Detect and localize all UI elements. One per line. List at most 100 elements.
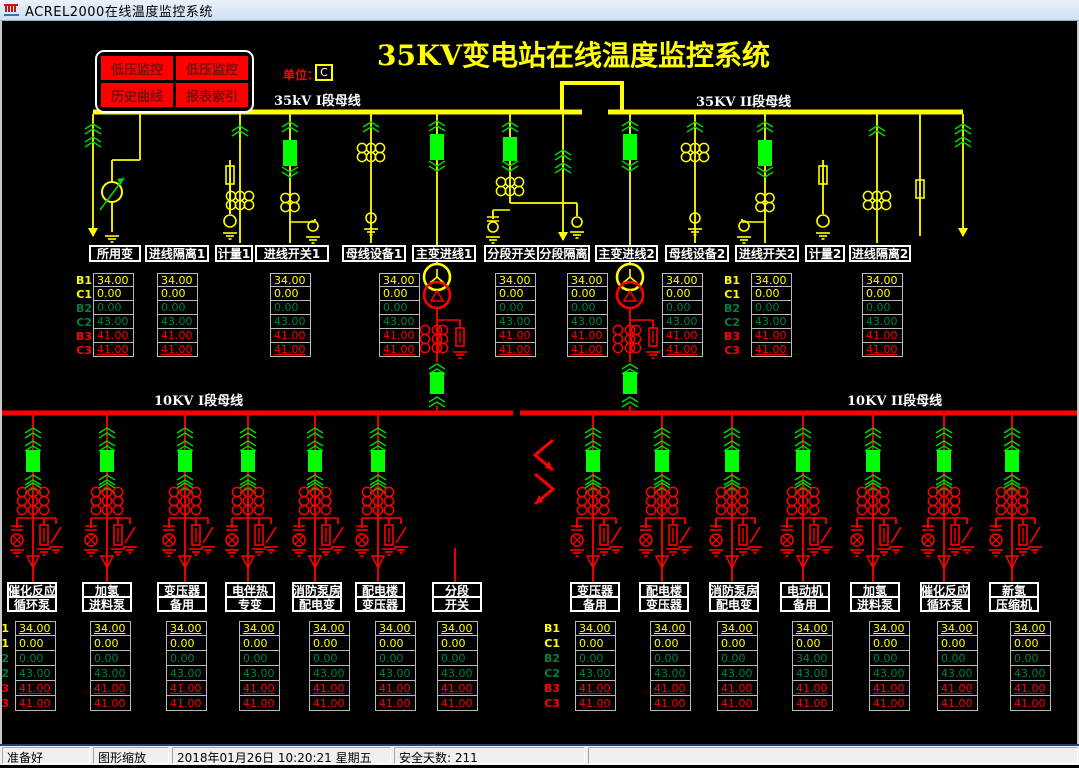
breaker-icon[interactable]: [100, 450, 114, 472]
ct-coil-icon: [168, 504, 180, 516]
breaker-icon[interactable]: [586, 450, 600, 472]
breaker-icon[interactable]: [623, 134, 637, 160]
temp-value-cell: 34.00: [662, 273, 703, 287]
temp-value-cell: 0.00: [869, 651, 910, 666]
lower-bay-label-4[interactable]: 消防泵房 配电变: [292, 582, 342, 612]
unit-value-box[interactable]: C: [315, 64, 333, 81]
bay-label-1[interactable]: 进线隔离1: [145, 245, 209, 262]
breaker-icon[interactable]: [623, 372, 637, 394]
temp-value-cell: 0.00: [662, 301, 703, 315]
breaker-icon[interactable]: [283, 140, 297, 166]
temp-value-cell: 41.00: [862, 343, 903, 357]
breaker-icon[interactable]: [241, 450, 255, 472]
temp-table: 34.00 0.00 34.00 43.00 41.00 41.00: [792, 621, 833, 711]
ct-coil-icon: [168, 495, 180, 507]
phase-row-label: C3: [724, 343, 740, 357]
lower-bay-label-13[interactable]: 新氢 压缩机: [989, 582, 1039, 612]
ct-coil-icon: [437, 342, 449, 354]
bus-label-10kv-1: 10KV I段母线: [154, 394, 244, 409]
bay-label-12[interactable]: 进线隔离2: [849, 245, 911, 262]
temp-value-cell: 41.00: [309, 696, 350, 711]
phase-row-label: C1: [724, 287, 740, 301]
temp-table: 34.00 0.00 0.00 43.00 41.00 41.00: [751, 273, 792, 357]
temp-value-cell: 0.00: [937, 651, 978, 666]
bus-label-10kv-2: 10KV II段母线: [847, 394, 943, 409]
breaker-icon[interactable]: [503, 137, 517, 161]
breaker-icon[interactable]: [1005, 450, 1019, 472]
lower-bay-label-line: 备用: [570, 596, 620, 612]
lower-bay-label-0[interactable]: 催化反应 循环泵: [7, 582, 57, 612]
ct-coil-icon: [737, 504, 749, 516]
lower-bay-label-7[interactable]: 变压器 备用: [570, 582, 620, 612]
ct-coil-icon: [495, 176, 507, 188]
temp-value-cell: 43.00: [15, 666, 56, 681]
breaker-icon[interactable]: [725, 450, 739, 472]
breaker-icon[interactable]: [430, 372, 444, 394]
lower-bay-label-9[interactable]: 消防泵房 配电变: [709, 582, 759, 612]
lower-bay-label-10[interactable]: 电动机 备用: [780, 582, 830, 612]
lower-bay-label-8[interactable]: 配电楼 变压器: [639, 582, 689, 612]
lower-bay-label-3[interactable]: 电伴热 专变: [225, 582, 275, 612]
temp-value-cell: 41.00: [869, 696, 910, 711]
temp-value-cell: 41.00: [379, 343, 420, 357]
ct-coil-icon: [667, 504, 679, 516]
lower-bay-label-5[interactable]: 配电楼 变压器: [355, 582, 405, 612]
lower-bay-label-line: 配电变: [709, 596, 759, 612]
temp-value-cell: 0.00: [1010, 651, 1051, 666]
lower-bay-label-2[interactable]: 变压器 备用: [157, 582, 207, 612]
breaker-icon[interactable]: [308, 450, 322, 472]
bay-label-4[interactable]: 母线设备1: [342, 245, 406, 262]
nav-button-report-index[interactable]: 报表索引: [176, 83, 248, 107]
lower-bay-label-11[interactable]: 加氢 进料泵: [850, 582, 900, 612]
breaker-icon[interactable]: [178, 450, 192, 472]
bay-label-10[interactable]: 进线开关2: [735, 245, 799, 262]
lower-bay-label-line: 压缩机: [989, 596, 1039, 612]
bay-label-11[interactable]: 计量2: [805, 245, 845, 262]
temp-value-cell: 0.00: [239, 636, 280, 651]
bay-label-0[interactable]: 所用变: [89, 245, 141, 262]
temp-table: 34.00 0.00 0.00 43.00 41.00 41.00: [437, 621, 478, 711]
ct-coil-icon: [1017, 495, 1029, 507]
ct-coil-icon: [298, 504, 310, 516]
ct-coil-icon: [280, 192, 291, 204]
temp-value-cell: 0.00: [90, 636, 131, 651]
bay-label-9[interactable]: 母线设备2: [665, 245, 729, 262]
breaker-icon[interactable]: [758, 140, 772, 166]
bay-label-3[interactable]: 进线开关1: [255, 245, 329, 262]
temp-value-cell: 43.00: [270, 315, 311, 329]
lower-bay-label-line: 备用: [157, 596, 207, 612]
ct-coil-icon: [755, 201, 766, 213]
bay-label-6[interactable]: 分段开关: [484, 245, 539, 262]
breaker-icon[interactable]: [26, 450, 40, 472]
bay-label-8[interactable]: 主变进线2: [595, 245, 658, 262]
ct-coil-icon: [374, 151, 386, 163]
breaker-icon[interactable]: [796, 450, 810, 472]
lower-bay-label-12[interactable]: 催化反应 循环泵: [920, 582, 970, 612]
ct-coil-icon: [576, 504, 588, 516]
bay-label-5[interactable]: 主变进线1: [412, 245, 476, 262]
breaker-icon[interactable]: [430, 134, 444, 160]
breaker-icon[interactable]: [866, 450, 880, 472]
temp-value-cell: 34.00: [379, 273, 420, 287]
ct-coil-icon: [1017, 504, 1029, 516]
bay-label-7[interactable]: 分段隔离: [537, 245, 590, 262]
title-bar[interactable]: ACREL2000在线温度监控系统: [0, 0, 1079, 21]
temp-value-cell: 41.00: [239, 696, 280, 711]
temp-value-cell: 0.00: [375, 636, 416, 651]
ct-coil-icon: [243, 190, 255, 202]
nav-button-lv-monitor-1[interactable]: 低压监控: [101, 56, 173, 80]
temp-value-cell: 41.00: [575, 696, 616, 711]
temp-value-cell: 41.00: [157, 329, 198, 343]
breaker-icon[interactable]: [655, 450, 669, 472]
transformer-lv-winding: [615, 280, 645, 310]
lower-bay-label-1[interactable]: 加氢 进料泵: [82, 582, 132, 612]
lower-bay-label-6[interactable]: 分段 开关: [432, 582, 482, 612]
breaker-icon[interactable]: [371, 450, 385, 472]
nav-button-history-curve[interactable]: 历史曲线: [101, 83, 173, 107]
ct-coil-icon: [715, 504, 727, 516]
breaker-icon[interactable]: [937, 450, 951, 472]
ct-coil-icon: [667, 495, 679, 507]
bay-label-2[interactable]: 计量1: [215, 245, 253, 262]
nav-button-lv-monitor-2[interactable]: 低压监控: [176, 56, 248, 80]
phase-row-label: B1: [723, 273, 740, 287]
